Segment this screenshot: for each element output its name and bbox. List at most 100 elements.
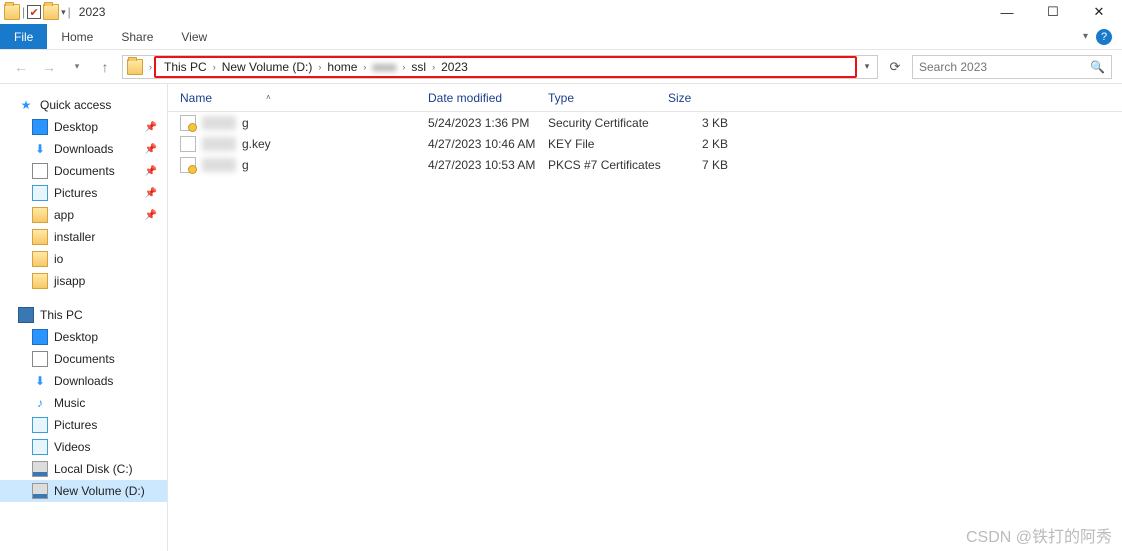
tab-view[interactable]: View [167, 24, 221, 49]
download-icon: ⬇ [32, 141, 48, 157]
properties-icon[interactable]: ✔ [27, 5, 41, 19]
minimize-button[interactable]: — [984, 0, 1030, 24]
titlebar: | ✔ ▾ | 2023 — ☐ ✕ [0, 0, 1122, 24]
sidebar-label: Downloads [54, 374, 113, 388]
forward-button[interactable]: → [38, 59, 60, 75]
download-icon: ⬇ [32, 373, 48, 389]
sidebar-label: app [54, 208, 74, 222]
pin-icon: 📌 [145, 188, 157, 199]
disk-icon [32, 461, 48, 477]
col-size[interactable]: Size [668, 91, 748, 105]
history-dropdown-icon[interactable]: ▾ [66, 61, 88, 72]
file-row[interactable]: xg 5/24/2023 1:36 PM Security Certificat… [168, 112, 1122, 133]
watermark: CSDN @铁打的阿秀 [966, 523, 1112, 547]
chevron-right-icon[interactable]: › [361, 62, 368, 72]
filename-redacted: x [202, 116, 236, 130]
chevron-right-icon[interactable]: › [430, 62, 437, 72]
address-dropdown-icon[interactable]: ▾ [857, 61, 877, 72]
sidebar-item-music[interactable]: ♪Music [0, 392, 167, 414]
document-icon [32, 351, 48, 367]
pin-icon: 📌 [145, 166, 157, 177]
sidebar-item-documents[interactable]: Documents 📌 [0, 160, 167, 182]
ribbon-expand-icon[interactable]: ▾ [1083, 31, 1088, 42]
sidebar-label: Videos [54, 440, 90, 454]
maximize-button[interactable]: ☐ [1030, 0, 1076, 24]
pin-icon: 📌 [145, 210, 157, 221]
video-icon [32, 439, 48, 455]
sidebar-item-videos[interactable]: Videos [0, 436, 167, 458]
filename-ext: g [242, 116, 249, 130]
sort-asc-icon: ˄ [266, 93, 271, 102]
sidebar-label: Downloads [54, 142, 113, 156]
sidebar-item-desktop[interactable]: Desktop📌 [0, 116, 167, 138]
search-icon[interactable]: 🔍 [1090, 60, 1105, 74]
window-title: 2023 [79, 5, 106, 19]
search-input[interactable] [919, 60, 1086, 74]
chevron-right-icon[interactable]: › [400, 62, 407, 72]
sidebar-item-app[interactable]: app 📌 [0, 204, 167, 226]
sidebar-item-downloads[interactable]: ⬇Downloads📌 [0, 138, 167, 160]
sidebar-item-pictures[interactable]: Pictures 📌 [0, 182, 167, 204]
crumb-ssl[interactable]: ssl [407, 60, 430, 74]
sidebar-item-desktop[interactable]: Desktop [0, 326, 167, 348]
chevron-right-icon[interactable]: › [316, 62, 323, 72]
file-row[interactable]: xg.key 4/27/2023 10:46 AM KEY File 2 KB [168, 133, 1122, 154]
sidebar-label: jisapp [54, 274, 85, 288]
cell-size: 7 KB [668, 158, 748, 172]
col-type[interactable]: Type [548, 91, 668, 105]
window-controls: — ☐ ✕ [984, 0, 1122, 24]
refresh-button[interactable]: ⟳ [884, 59, 906, 75]
sidebar-item-pictures[interactable]: Pictures [0, 414, 167, 436]
crumb-2023[interactable]: 2023 [437, 60, 472, 74]
main-split: ★Quick access Desktop📌 ⬇Downloads📌 Docum… [0, 84, 1122, 551]
sidebar-item-downloads[interactable]: ⬇ Downloads [0, 370, 167, 392]
chevron-right-icon[interactable]: › [211, 62, 218, 72]
disk-icon [32, 483, 48, 499]
file-row[interactable]: xg 4/27/2023 10:53 AM PKCS #7 Certificat… [168, 154, 1122, 175]
address-bar[interactable]: › This PC › New Volume (D:) › home › xxx… [122, 55, 878, 79]
sidebar-label: This PC [40, 308, 83, 322]
certificate-icon [180, 157, 196, 173]
desktop-icon [32, 329, 48, 345]
sidebar-label: installer [54, 230, 95, 244]
pictures-icon [32, 417, 48, 433]
sidebar-item-installer[interactable]: installer [0, 226, 167, 248]
sidebar-item-jisapp[interactable]: jisapp [0, 270, 167, 292]
address-row: ← → ▾ ↑ › This PC › New Volume (D:) › ho… [0, 50, 1122, 84]
sidebar-label: Documents [54, 164, 115, 178]
tab-home[interactable]: Home [47, 24, 107, 49]
qat-dropdown-icon[interactable]: ▾ [61, 7, 66, 18]
cell-date: 5/24/2023 1:36 PM [428, 116, 548, 130]
folder-icon [32, 207, 48, 223]
search-box[interactable]: 🔍 [912, 55, 1112, 79]
sidebar-item-new-volume-d[interactable]: New Volume (D:) [0, 480, 167, 502]
crumb-this-pc[interactable]: This PC [160, 60, 211, 74]
up-button[interactable]: ↑ [94, 59, 116, 75]
crumb-volume[interactable]: New Volume (D:) [218, 60, 317, 74]
tab-share[interactable]: Share [107, 24, 167, 49]
sidebar-item-io[interactable]: io [0, 248, 167, 270]
close-button[interactable]: ✕ [1076, 0, 1122, 24]
pc-icon [18, 307, 34, 323]
help-icon[interactable]: ? [1096, 29, 1112, 45]
col-name[interactable]: Name˄ [168, 91, 428, 105]
folder-icon [32, 273, 48, 289]
sidebar-label: Desktop [54, 330, 98, 344]
col-date[interactable]: Date modified [428, 91, 548, 105]
sidebar-label: Quick access [40, 98, 111, 112]
breadcrumb: This PC › New Volume (D:) › home › xxxx … [154, 56, 857, 78]
sidebar-quick-access[interactable]: ★Quick access [0, 94, 167, 116]
sidebar-item-local-disk-c[interactable]: Local Disk (C:) [0, 458, 167, 480]
quick-access-toolbar: | ✔ ▾ | [4, 4, 71, 20]
sidebar-label: Desktop [54, 120, 98, 134]
tab-file[interactable]: File [0, 24, 47, 49]
sidebar-this-pc[interactable]: This PC [0, 304, 167, 326]
qat-sep: | [22, 5, 25, 19]
sidebar-item-documents[interactable]: Documents [0, 348, 167, 370]
crumb-redacted[interactable]: xxxx [368, 60, 400, 74]
sidebar-label: Pictures [54, 186, 97, 200]
chevron-right-icon[interactable]: › [147, 62, 154, 72]
music-icon: ♪ [32, 395, 48, 411]
crumb-home[interactable]: home [323, 60, 361, 74]
back-button[interactable]: ← [10, 59, 32, 75]
